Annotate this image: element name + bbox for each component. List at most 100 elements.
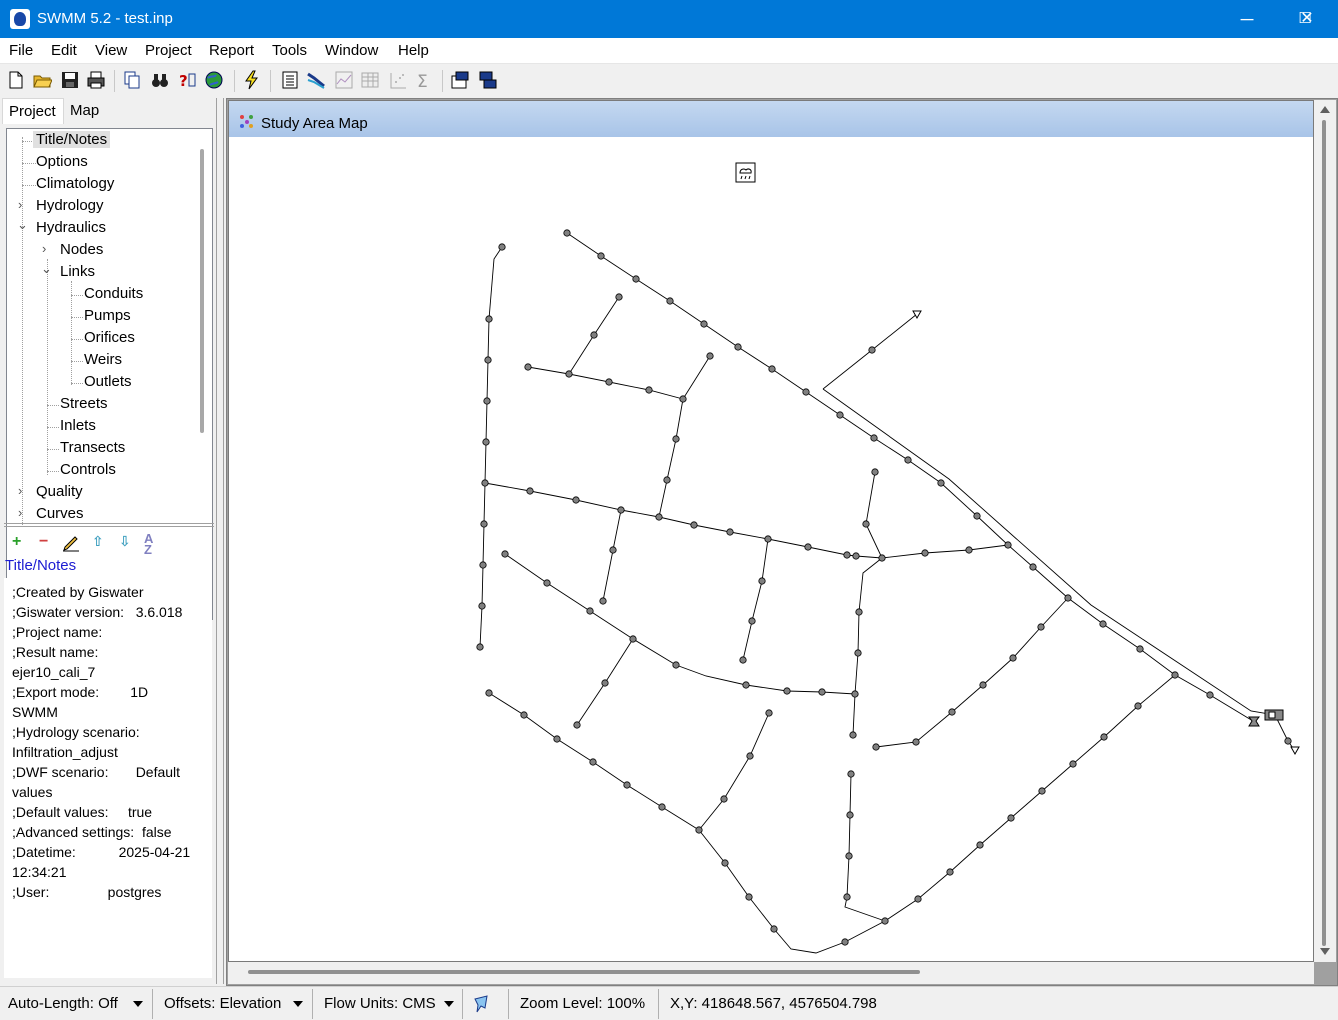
add-object-icon[interactable]: + [12,533,21,551]
junction-node[interactable] [590,331,598,339]
junction-node[interactable] [852,552,860,560]
tree-item-conduits[interactable]: Conduits [84,285,143,302]
junction-node[interactable] [1171,671,1179,679]
move-up-icon[interactable]: ⇧ [92,533,104,550]
conduit-link[interactable] [852,557,883,736]
junction-node[interactable] [878,554,886,562]
junction-node[interactable] [881,917,889,925]
tab-map[interactable]: Map [64,98,120,124]
pump-icon[interactable] [1264,709,1284,721]
junction-node[interactable] [1038,787,1046,795]
junction-node[interactable] [871,468,879,476]
tab-project[interactable]: Project [2,98,64,124]
junction-node[interactable] [481,479,489,487]
conduit-link[interactable] [527,355,711,400]
save-icon[interactable] [60,70,80,90]
junction-node[interactable] [976,841,984,849]
new-file-icon[interactable] [6,70,26,90]
junction-node[interactable] [734,343,742,351]
auto-length-dropdown-icon[interactable] [133,1001,143,1007]
copy-icon[interactable] [122,70,142,90]
panel-splitter[interactable] [4,523,214,527]
junction-node[interactable] [1069,760,1077,768]
tree-item-pumps[interactable]: Pumps [84,307,131,324]
junction-node[interactable] [979,681,987,689]
outfall-icon[interactable] [1290,746,1300,756]
junction-node[interactable] [632,275,640,283]
report-icon[interactable] [280,70,300,90]
junction-node[interactable] [1136,645,1144,653]
junction-node[interactable] [524,363,532,371]
conduit-link[interactable] [484,482,1009,559]
junction-node[interactable] [770,925,778,933]
junction-node[interactable] [726,528,734,536]
menu-edit[interactable]: Edit [51,42,77,59]
find-binoculars-icon[interactable] [150,70,170,90]
junction-node[interactable] [690,521,698,529]
junction-node[interactable] [872,743,880,751]
conduit-link[interactable] [602,509,622,602]
junction-node[interactable] [483,397,491,405]
junction-node[interactable] [706,352,714,360]
junction-node[interactable] [615,293,623,301]
tree-item-nodes[interactable]: Nodes [60,241,103,258]
tree-item-quality[interactable]: Quality [36,483,83,500]
collapse-links-icon[interactable]: ⌄ [41,261,52,277]
tree-item-climatology[interactable]: Climatology [36,175,114,192]
junction-node[interactable] [748,617,756,625]
auto-length-status[interactable]: Auto-Length: Off [8,995,118,1012]
expand-nodes-icon[interactable]: › [42,241,46,256]
junction-node[interactable] [1100,733,1108,741]
junction-node[interactable] [663,476,671,484]
junction-node[interactable] [478,602,486,610]
junction-node[interactable] [1284,737,1292,745]
junction-node[interactable] [597,252,605,260]
junction-node[interactable] [965,546,973,554]
flow-units-dropdown-icon[interactable] [444,1001,454,1007]
junction-node[interactable] [948,708,956,716]
print-icon[interactable] [86,70,106,90]
scroll-up-arrow-icon[interactable] [1320,106,1330,113]
conduit-link[interactable] [865,471,883,559]
junction-node[interactable] [845,852,853,860]
map-horizontal-scrollbar[interactable] [228,962,1314,984]
outfall-icon[interactable] [912,310,922,320]
close-button[interactable]: ✕ [1278,0,1336,38]
junction-node[interactable] [672,435,680,443]
junction-node[interactable] [543,579,551,587]
conduit-link[interactable] [844,773,886,922]
junction-node[interactable] [841,938,849,946]
junction-node[interactable] [520,711,528,719]
junction-node[interactable] [846,811,854,819]
junction-node[interactable] [553,735,561,743]
tree-item-title-notes[interactable]: Title/Notes [33,131,111,148]
junction-node[interactable] [946,868,954,876]
junction-node[interactable] [1206,691,1214,699]
junction-node[interactable] [1134,702,1142,710]
junction-node[interactable] [666,297,674,305]
map-window-titlebar[interactable]: Study Area Map [229,101,1313,137]
conduit-link[interactable] [742,538,769,661]
tree-item-inlets[interactable]: Inlets [60,417,96,434]
conduit-link[interactable] [822,388,1276,716]
junction-node[interactable] [849,731,857,739]
open-folder-icon[interactable] [32,70,52,90]
conduit-link[interactable] [479,246,503,648]
minimize-button[interactable]: ─ [1218,0,1276,38]
junction-node[interactable] [783,687,791,695]
junction-node[interactable] [1099,620,1107,628]
junction-node[interactable] [617,506,625,514]
junction-node[interactable] [855,608,863,616]
junction-node[interactable] [1004,541,1012,549]
junction-node[interactable] [870,434,878,442]
junction-node[interactable] [498,243,506,251]
junction-node[interactable] [476,643,484,651]
tree-item-controls[interactable]: Controls [60,461,116,478]
junction-node[interactable] [768,365,776,373]
network-map[interactable] [235,137,1313,961]
junction-node[interactable] [629,635,637,643]
overview-globe-icon[interactable] [204,70,224,90]
junction-node[interactable] [973,512,981,520]
conduit-link[interactable] [658,398,684,518]
junction-node[interactable] [672,661,680,669]
